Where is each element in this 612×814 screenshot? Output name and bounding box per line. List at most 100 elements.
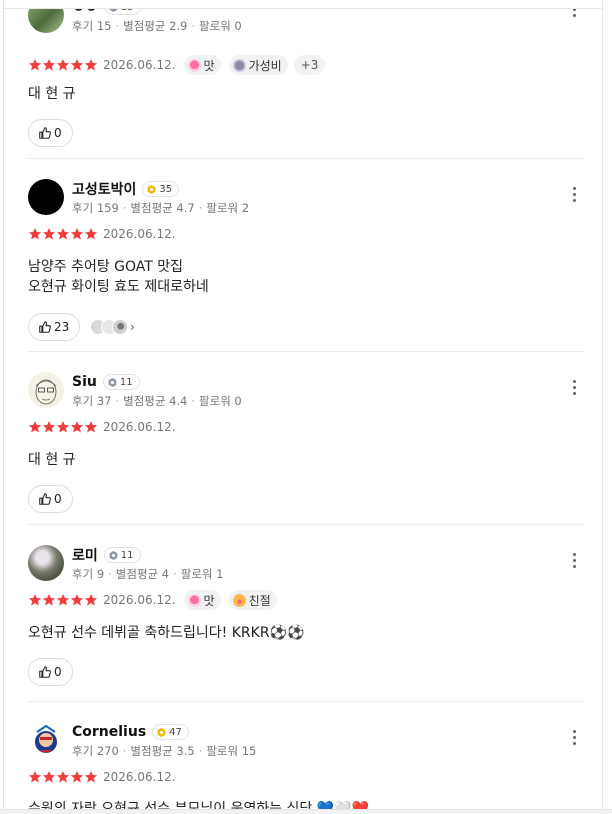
heart-diamond-icon: [187, 593, 201, 607]
thumbs-up-icon: [39, 321, 51, 333]
divider: [28, 158, 584, 159]
chevron-right-icon: ›: [130, 320, 135, 334]
star-icon: [42, 594, 56, 606]
level-icon: [148, 184, 156, 194]
level-icon: [108, 377, 117, 387]
tag-chip[interactable]: 친절: [228, 590, 277, 610]
reviewer-name[interactable]: ㅎㅎ: [72, 9, 98, 17]
star-icon: [56, 228, 70, 240]
review-date: 2026.06.12.: [103, 770, 176, 784]
follower-count: 팔로워 15: [206, 744, 257, 758]
more-vertical-icon[interactable]: [564, 376, 584, 398]
like-button[interactable]: 0: [28, 658, 73, 686]
like-button[interactable]: 23: [28, 313, 81, 341]
review-item: Cornelius 47 후기 270 · 별점평균 3.5 · 팔로워 15 20…: [28, 722, 584, 809]
level-value: 11: [119, 376, 133, 388]
follower-count: 팔로워 0: [199, 19, 242, 33]
level-badge: 47: [152, 724, 189, 740]
avatar[interactable]: [28, 179, 64, 215]
star-icon: [42, 228, 56, 240]
avatar[interactable]: [28, 9, 64, 33]
review-text: 수원의 자랑 오현규 선수 부모님이 운영하는 식당 💙🤍❤️: [28, 801, 370, 809]
divider: [28, 701, 584, 702]
more-vertical-icon[interactable]: [564, 9, 584, 20]
star-icon: [70, 771, 84, 783]
level-icon: [109, 9, 118, 12]
tag-chip[interactable]: 맛: [183, 590, 221, 610]
review-item: ㅎㅎ 13 후기 15· 별점평균 2.9· 팔로워 0 2026.06.12.…: [28, 9, 584, 147]
like-count: 0: [54, 126, 62, 140]
review-item: 로미 11 후기 9 · 별점평균 4 · 팔로워 1 2026.06.12. 맛 …: [28, 545, 584, 686]
review-date: 2026.06.12.: [103, 420, 176, 434]
star-icon: [28, 771, 42, 783]
reviewer-stats: 후기 159 · 별점평균 4.7 · 팔로워 2: [72, 201, 250, 215]
avatar[interactable]: [28, 545, 64, 581]
follower-count: 팔로워 2: [206, 201, 250, 215]
more-vertical-icon[interactable]: [564, 549, 584, 571]
reviewer-name[interactable]: 고성토박이: [72, 179, 136, 199]
star-icon: [56, 771, 70, 783]
star-icon: [84, 59, 98, 71]
reviewer-stats: 후기 270 · 별점평균 3.5 · 팔로워 15: [72, 744, 257, 758]
frame-right-border: [602, 0, 603, 814]
like-button[interactable]: 0: [28, 119, 73, 147]
level-value: 13: [121, 9, 134, 13]
star-icon: [70, 421, 84, 433]
star-icon: [28, 594, 42, 606]
star-icon: [70, 594, 84, 606]
review-text: 남양주 추어탕 GOAT 맛집 오현규 화이팅 효도 제대로하네: [28, 259, 209, 295]
star-rating: [28, 420, 98, 434]
like-button[interactable]: 0: [28, 485, 73, 513]
star-rating: [28, 58, 98, 72]
more-vertical-icon[interactable]: [564, 183, 584, 205]
thumbs-up-icon: [39, 493, 51, 505]
level-icon: [157, 727, 166, 737]
star-icon: [84, 421, 98, 433]
star-icon: [28, 421, 42, 433]
star-icon: [84, 228, 98, 240]
review-count: 후기 15: [72, 19, 112, 33]
reviewer-name[interactable]: 로미: [72, 545, 98, 565]
review-text: 오현규 선수 데뷔골 축하드립니다! KRKR⚽⚽: [28, 625, 305, 641]
like-count: 23: [54, 320, 70, 334]
review-date: 2026.06.12.: [103, 58, 176, 72]
reviewer-name[interactable]: Cornelius: [72, 724, 146, 740]
avatar[interactable]: [28, 722, 64, 758]
star-icon: [42, 59, 56, 71]
divider: [28, 524, 584, 525]
level-badge: 11: [103, 547, 141, 563]
star-icon: [42, 771, 56, 783]
tag-chip[interactable]: 가성비: [228, 55, 288, 75]
review-count: 후기 9: [72, 567, 105, 581]
bottom-bar: [0, 809, 612, 814]
like-count: 0: [54, 665, 62, 679]
star-icon: [28, 228, 42, 240]
review-item: Siu 11 후기 37 · 별점평균 4.4 · 팔로워 0 2026.06.12…: [28, 372, 584, 513]
review-list[interactable]: ㅎㅎ 13 후기 15· 별점평균 2.9· 팔로워 0 2026.06.12.…: [4, 9, 602, 809]
won-coin-icon: [232, 58, 246, 72]
average-rating: 별점평균 4.7: [130, 201, 195, 215]
more-tags-chip[interactable]: +3: [293, 55, 326, 75]
tag-chip[interactable]: 맛: [183, 55, 221, 75]
character-avatar-icon: [35, 724, 57, 753]
follower-count: 팔로워 0: [199, 394, 242, 408]
star-rating: [28, 593, 98, 607]
star-icon: [56, 594, 70, 606]
reviewer-name[interactable]: Siu: [72, 374, 97, 390]
review-date: 2026.06.12.: [103, 227, 176, 241]
star-icon: [70, 59, 84, 71]
smile-face-icon: [232, 593, 246, 607]
avatar[interactable]: [28, 372, 64, 408]
star-icon: [42, 421, 56, 433]
likers-avatars[interactable]: ›: [90, 319, 135, 335]
level-value: 47: [169, 726, 182, 738]
level-badge: 13: [103, 9, 141, 15]
average-rating: 별점평균 3.5: [130, 744, 195, 758]
star-icon: [56, 421, 70, 433]
star-icon: [28, 59, 42, 71]
review-text: 대 현 규: [28, 452, 76, 468]
review-count: 후기 270: [72, 744, 119, 758]
level-value: 35: [159, 183, 173, 195]
more-vertical-icon[interactable]: [564, 726, 584, 748]
star-rating: [28, 770, 98, 784]
